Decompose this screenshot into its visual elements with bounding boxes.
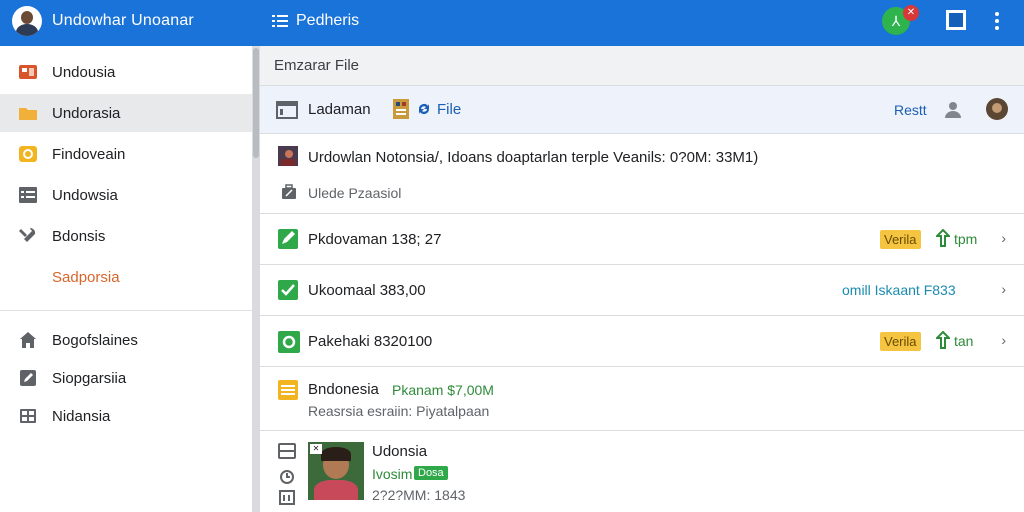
sidebar-item-undowsia[interactable]: Undowsia: [0, 176, 252, 214]
list-item[interactable]: Ukoomaal 383,00 omill Iskaant F833 ›: [260, 265, 1024, 316]
checkbox-edit-icon[interactable]: [278, 229, 298, 249]
contact-photo: ✕: [308, 442, 364, 500]
contact-meta: 2?2?MM: 1843: [372, 487, 466, 503]
sidebar-item-siopgarsiia[interactable]: Siopgarsiia: [0, 359, 252, 397]
list-menu-icon[interactable]: [272, 13, 288, 29]
window-icon[interactable]: [946, 10, 966, 30]
home-icon: [20, 332, 36, 348]
section-title: Emzarar File: [274, 57, 360, 74]
sidebar-divider: [0, 310, 252, 311]
tool-bag-icon: [282, 184, 296, 199]
sidebar-item-bdonsis[interactable]: Bdonsis: [0, 217, 252, 255]
status-tag: Verila: [880, 230, 921, 249]
sidebar-item-findoveain[interactable]: Findoveain: [0, 135, 252, 173]
drive-icon[interactable]: [278, 443, 296, 459]
item-title: Pkdovaman 138; 27: [308, 231, 442, 248]
image-icon: [19, 65, 37, 79]
menu-title[interactable]: Pedheris: [296, 12, 359, 30]
sidebar-scrollbar[interactable]: [252, 46, 260, 512]
list-item[interactable]: Bndonesia Pkanam $7,00M Reasrsia esraiin…: [260, 367, 1024, 431]
sidebar-item-sadporsia[interactable]: Sadporsia: [0, 258, 252, 296]
coin-icon: [19, 146, 37, 162]
check-icon[interactable]: [278, 280, 298, 300]
app-title: Undowhar Unoanar: [52, 12, 194, 29]
sidebar-item-nidansia[interactable]: Nidansia: [0, 397, 252, 435]
sidebar-item-label: Siopgarsiia: [52, 369, 127, 387]
item-subtitle: Ulede Pzaasiol: [308, 185, 402, 201]
sync-icon[interactable]: [417, 102, 431, 116]
sidebar-item-label: Sadporsia: [52, 268, 120, 286]
notification-badge: ✕: [903, 5, 919, 21]
sidebar-item-label: Findoveain: [52, 145, 126, 163]
sidebar-item-label: Nidansia: [52, 407, 111, 425]
chevron-right-icon[interactable]: ›: [1001, 332, 1006, 348]
sidebar-item-label: Undowsia: [52, 186, 118, 204]
toolbar-label: Ladaman: [308, 101, 371, 118]
file-toolbar: Ladaman File Restt: [260, 86, 1024, 134]
record-icon[interactable]: [278, 331, 300, 353]
contact-name: Udonsia: [372, 443, 428, 460]
list-item[interactable]: Pakehaki 8320100 Verila tan ›: [260, 316, 1024, 367]
file-button[interactable]: File: [437, 101, 461, 118]
profile-avatar[interactable]: [986, 98, 1008, 120]
reset-link[interactable]: Restt: [894, 102, 927, 118]
item-title: Bndonesia: [308, 381, 379, 398]
action-label[interactable]: tpm: [954, 231, 977, 247]
sidebar-item-label: Undousia: [52, 63, 116, 81]
more-options-icon[interactable]: [993, 12, 1001, 32]
tools-icon: [19, 227, 36, 242]
list-icon: [19, 187, 37, 203]
item-amount: Pkanam $7,00M: [392, 382, 494, 398]
chevron-right-icon[interactable]: ›: [1001, 230, 1006, 246]
sidebar-item-undorasia[interactable]: Undorasia: [0, 94, 252, 132]
sidebar-item-label: Undorasia: [52, 104, 121, 122]
item-subtitle: Reasrsia esraiin: Piyatalpaan: [308, 403, 490, 419]
browser-window-icon[interactable]: [276, 101, 298, 119]
user-avatar[interactable]: [12, 6, 42, 36]
sidebar-item-label: Bdonsis: [52, 227, 106, 245]
list-item[interactable]: ✕ Udonsia Ivosim Dosa 2?2?MM: 1843: [260, 431, 1024, 512]
list-item[interactable]: Pkdovaman 138; 27 Verila tpm ›: [260, 214, 1024, 265]
section-header: Emzarar File: [260, 46, 1024, 86]
status-tag: Verila: [880, 332, 921, 351]
chevron-right-icon[interactable]: ›: [1001, 281, 1006, 297]
photo-thumbnail-icon: [278, 146, 298, 166]
status-badge: Dosa: [414, 466, 448, 480]
status-text: omill Iskaant F833: [842, 282, 956, 298]
sidebar-item-label: Bogofslaines: [52, 331, 138, 349]
top-app-bar: Undowhar Unoanar Pedheris ⅄ ✕: [0, 0, 1024, 46]
grid-icon: [20, 409, 36, 423]
item-title: Pakehaki 8320100: [308, 333, 433, 350]
notes-icon[interactable]: [278, 380, 298, 400]
main-content: Emzarar File Ladaman File Restt Urdowlan…: [260, 46, 1024, 512]
upload-arrow-icon[interactable]: [936, 331, 950, 349]
sidebar-item-undousia[interactable]: Undousia: [0, 53, 252, 91]
calendar-icon[interactable]: [279, 489, 295, 505]
item-title: Urdowlan Notonsia/, Idoans doaptarlan te…: [308, 149, 759, 166]
edit-icon: [20, 370, 36, 386]
document-icon[interactable]: [392, 98, 410, 120]
item-title: Ukoomaal 383,00: [308, 282, 426, 299]
folder-icon: [19, 108, 37, 120]
sidebar-item-bogofslaines[interactable]: Bogofslaines: [0, 321, 252, 359]
action-label[interactable]: tan: [954, 333, 973, 349]
contact-role: Ivosim: [372, 466, 413, 482]
clock-icon[interactable]: [279, 469, 295, 485]
person-icon[interactable]: [944, 100, 962, 118]
upload-arrow-icon[interactable]: [936, 229, 950, 247]
list-item[interactable]: Urdowlan Notonsia/, Idoans doaptarlan te…: [260, 134, 1024, 214]
scrollbar-thumb[interactable]: [253, 48, 259, 158]
sidebar: Undousia Undorasia Findoveain Undowsia B…: [0, 46, 252, 512]
